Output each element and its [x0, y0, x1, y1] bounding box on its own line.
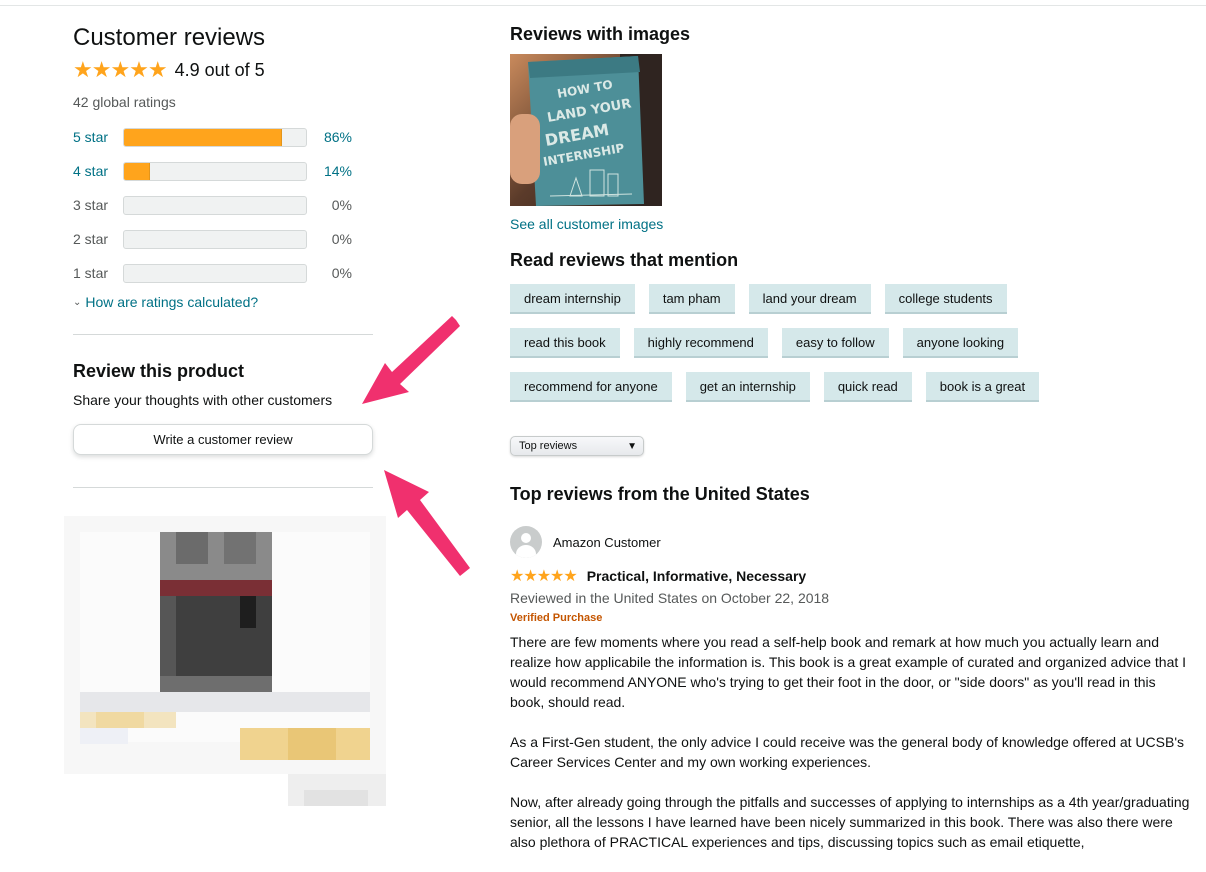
histogram-row-5[interactable]: 5 star 86%: [73, 120, 373, 154]
histogram-label: 1 star: [73, 265, 109, 281]
verified-purchase-badge: Verified Purchase: [510, 612, 603, 624]
read-reviews-mention-heading: Read reviews that mention: [510, 250, 739, 270]
arrow-icon: [384, 470, 470, 576]
sort-reviews-select[interactable]: Top reviews ▼: [510, 436, 644, 456]
histogram-bar-fill: [124, 162, 151, 180]
histogram-bar: [123, 195, 307, 215]
histogram-label: 3 star: [73, 197, 109, 213]
histogram-label[interactable]: 4 star: [73, 163, 123, 179]
mention-chip[interactable]: book is a great: [925, 372, 1040, 402]
customer-image-thumbnail[interactable]: HOW TO LAND YOUR DREAM INTERNSHIP: [510, 54, 662, 206]
chevron-down-icon: ▼: [627, 440, 637, 452]
mention-chip[interactable]: quick read: [823, 372, 912, 402]
avatar-icon: [510, 526, 542, 558]
customer-reviews-heading: Customer reviews: [73, 24, 266, 51]
global-ratings-count: 42 global ratings: [73, 94, 176, 110]
histogram-label[interactable]: 5 star: [73, 129, 123, 145]
histogram-row-3: 3 star 0%: [73, 188, 373, 222]
mention-chip[interactable]: land your dream: [748, 284, 871, 314]
histogram-row-4[interactable]: 4 star 14%: [73, 154, 373, 188]
book-photo: HOW TO LAND YOUR DREAM INTERNSHIP: [510, 54, 662, 206]
mention-chip[interactable]: anyone looking: [902, 328, 1019, 358]
write-review-button[interactable]: Write a customer review: [73, 424, 373, 455]
mention-chip[interactable]: easy to follow: [781, 328, 889, 358]
mention-chip[interactable]: get an internship: [685, 372, 810, 402]
rating-stars-icon: ★★★★★: [73, 57, 168, 82]
histogram-bar: [123, 263, 307, 283]
sort-selected-value: Top reviews: [519, 440, 578, 452]
mention-chip[interactable]: highly recommend: [633, 328, 768, 358]
review-paragraph: There are few moments where you read a s…: [510, 634, 1187, 710]
arrow-icon: [362, 316, 460, 404]
review-this-product-subtitle: Share your thoughts with other customers: [73, 392, 333, 408]
histogram-percent[interactable]: 14%: [307, 163, 352, 179]
mention-chips: dream internship tam pham land your drea…: [510, 284, 1070, 416]
pixelated-ad-image: [64, 516, 386, 806]
reviews-with-images-heading: Reviews with images: [510, 24, 691, 44]
review-this-product: Review this product Share your thoughts …: [73, 361, 373, 455]
review-title-row: ★★★★★ Practical, Informative, Necessary: [510, 566, 1200, 586]
top-reviews-heading: Top reviews from the United States: [510, 484, 810, 504]
mention-chip[interactable]: dream internship: [510, 284, 635, 314]
review-body: There are few moments where you read a s…: [510, 632, 1200, 852]
histogram-bar[interactable]: [123, 161, 307, 181]
mention-chip[interactable]: recommend for anyone: [510, 372, 672, 402]
histogram-label: 2 star: [73, 231, 109, 247]
how-ratings-calculated-label: How are ratings calculated?: [85, 294, 259, 310]
see-all-images-link[interactable]: See all customer images: [510, 216, 1200, 232]
mention-chip[interactable]: read this book: [510, 328, 620, 358]
reviews-main: Reviews with images HOW TO LAND YOUR DRE…: [510, 22, 1200, 872]
histogram-row-2: 2 star 0%: [73, 222, 373, 256]
histogram-percent: 0%: [331, 197, 352, 213]
average-rating[interactable]: ★★★★★ 4.9 out of 5: [73, 57, 373, 82]
mention-chip[interactable]: tam pham: [648, 284, 735, 314]
section-divider: [73, 487, 373, 488]
review-paragraph: As a First-Gen student, the only advice …: [510, 734, 1185, 770]
histogram-percent[interactable]: 86%: [307, 129, 352, 145]
rating-histogram: 5 star 86% 4 star 14% 3 star 0% 2 star 0…: [73, 120, 373, 290]
review-date: Reviewed in the United States on October…: [510, 590, 830, 606]
mention-chip[interactable]: college students: [884, 284, 1007, 314]
review-paragraph: Now, after already going through the pit…: [510, 794, 1190, 850]
review-stars-icon[interactable]: ★★★★★: [510, 566, 578, 586]
reviewer-profile[interactable]: Amazon Customer: [510, 526, 1200, 558]
review-item: Amazon Customer ★★★★★ Practical, Informa…: [510, 526, 1200, 852]
how-ratings-calculated-link[interactable]: ⌄ How are ratings calculated?: [73, 294, 373, 310]
review-this-product-heading: Review this product: [73, 361, 245, 381]
ratings-summary: Customer reviews ★★★★★ 4.9 out of 5 42 g…: [73, 24, 373, 488]
chevron-down-icon: ⌄: [73, 296, 82, 308]
histogram-bar: [123, 229, 307, 249]
histogram-bar-fill: [124, 128, 282, 146]
reviewer-name: Amazon Customer: [553, 534, 661, 550]
section-divider: [73, 334, 373, 335]
top-divider: [0, 5, 1206, 6]
histogram-bar[interactable]: [123, 127, 307, 147]
review-headline[interactable]: Practical, Informative, Necessary: [587, 568, 806, 584]
histogram-row-1: 1 star 0%: [73, 256, 373, 290]
average-rating-text: 4.9 out of 5: [174, 59, 265, 80]
histogram-percent: 0%: [331, 265, 352, 281]
histogram-percent: 0%: [331, 231, 352, 247]
